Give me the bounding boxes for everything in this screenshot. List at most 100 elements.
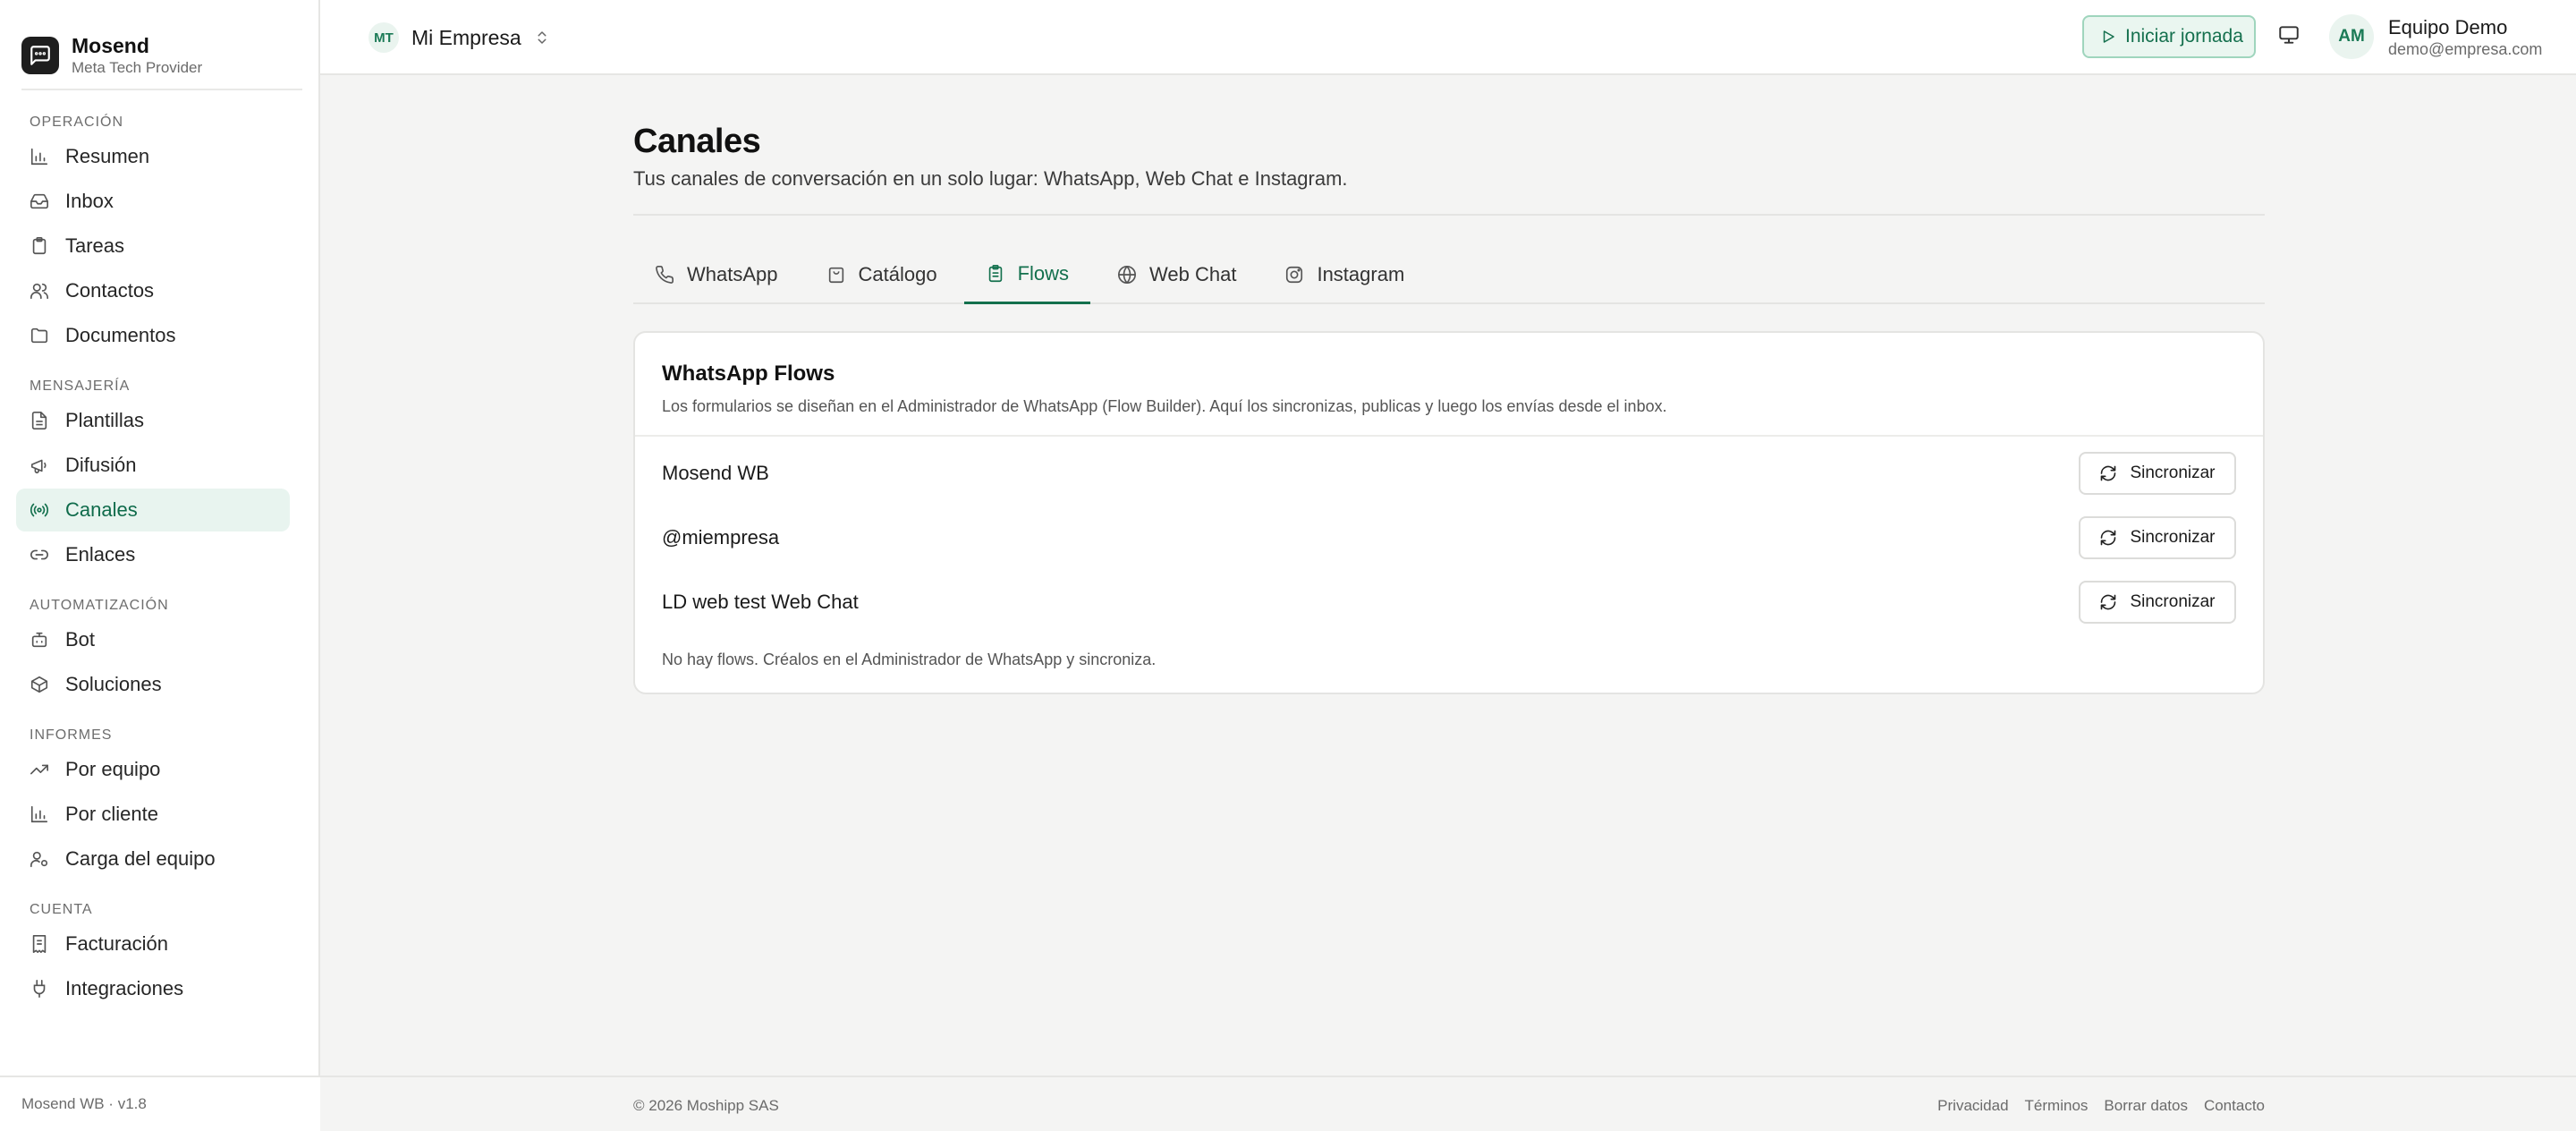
tab-label: Instagram	[1317, 263, 1405, 285]
list-item: LD web test Web Chat Sincronizar	[662, 580, 2236, 625]
sidebar-item-carga-del-equipo[interactable]: Carga del equipo	[16, 838, 290, 880]
trending-up-icon	[30, 764, 48, 775]
receipt-icon	[32, 935, 47, 953]
user-cog-icon	[30, 851, 48, 868]
sidebar-item-documentos[interactable]: Documentos	[16, 314, 290, 357]
bot-icon	[31, 632, 47, 648]
sidebar-item-facturacion[interactable]: Facturación	[16, 923, 290, 965]
sidebar-item-label: Inbox	[65, 190, 114, 212]
sidebar-item-resumen[interactable]: Resumen	[16, 135, 290, 178]
sidebar-item-tareas[interactable]: Tareas	[16, 225, 290, 268]
sidebar-item-canales[interactable]: Canales	[16, 489, 290, 531]
channel-tabs: WhatsApp Catálogo Flows Web Chat Instagr…	[633, 245, 2265, 304]
sync-label: Sincronizar	[2130, 463, 2216, 482]
sync-button[interactable]: Sincronizar	[2079, 516, 2236, 559]
users-icon	[30, 283, 48, 300]
clipboard-list-icon	[988, 264, 1002, 282]
workspace-name: Mi Empresa	[411, 25, 521, 49]
footer-link-contacto[interactable]: Contacto	[2204, 1097, 2265, 1115]
section-title-cuenta: CUENTA	[30, 902, 93, 917]
section-title-mensajeria: MENSAJERÍA	[30, 378, 131, 394]
sidebar-item-label: Carga del equipo	[65, 847, 216, 870]
tab-web-chat[interactable]: Web Chat	[1096, 245, 1258, 304]
sidebar-item-label: Facturación	[65, 932, 168, 955]
tab-label: WhatsApp	[687, 263, 778, 285]
shopping-bag-icon	[828, 267, 843, 284]
package-icon	[30, 676, 48, 693]
link-icon	[30, 549, 48, 560]
sidebar-item-label: Documentos	[65, 324, 176, 346]
chevrons-up-down-icon	[538, 31, 547, 44]
page-title: Canales	[633, 123, 761, 160]
sidebar-item-integraciones[interactable]: Integraciones	[16, 967, 290, 1010]
sync-button[interactable]: Sincronizar	[2079, 581, 2236, 624]
tab-flows[interactable]: Flows	[963, 245, 1091, 304]
avatar[interactable]: AM	[2329, 14, 2374, 59]
tab-instagram[interactable]: Instagram	[1263, 245, 1426, 304]
workspace-avatar: MT	[369, 22, 399, 53]
sidebar-item-inbox[interactable]: Inbox	[16, 180, 290, 223]
user-email: demo@empresa.com	[2388, 40, 2543, 58]
empty-state-text: No hay flows. Créalos en el Administrado…	[662, 651, 1157, 668]
play-icon	[2103, 30, 2114, 43]
divider	[21, 89, 302, 90]
card-description: Los formularios se diseñan en el Adminis…	[662, 397, 1667, 415]
tab-label: Catálogo	[858, 263, 937, 285]
channel-name: Mosend WB	[662, 462, 769, 484]
bar-chart-icon	[30, 148, 48, 166]
sidebar-item-contactos[interactable]: Contactos	[16, 269, 290, 312]
sidebar-item-difusion[interactable]: Difusión	[16, 444, 290, 487]
start-shift-label: Iniciar jornada	[2125, 26, 2243, 47]
megaphone-icon	[30, 459, 47, 474]
tab-whatsapp[interactable]: WhatsApp	[633, 245, 800, 304]
phone-icon	[656, 266, 674, 284]
workspace-switcher[interactable]: MT Mi Empresa	[369, 22, 550, 53]
list-item: @miempresa Sincronizar	[662, 515, 2236, 560]
section-title-informes: INFORMES	[30, 727, 113, 743]
monitor-icon[interactable]	[2277, 23, 2301, 47]
card-title: WhatsApp Flows	[662, 361, 835, 386]
sidebar-item-bot[interactable]: Bot	[16, 618, 290, 661]
sidebar-item-soluciones[interactable]: Soluciones	[16, 663, 290, 706]
sidebar-item-label: Por equipo	[65, 758, 161, 780]
file-text-icon	[31, 412, 47, 429]
sidebar: Mosend Meta Tech Provider OPERACIÓN Resu…	[0, 0, 320, 1131]
sidebar-nav: OPERACIÓN Resumen Inbox Tareas Contactos…	[16, 107, 290, 1012]
page-footer: © 2026 Moshipp SAS Privacidad Términos B…	[320, 1076, 2576, 1131]
sidebar-item-label: Difusión	[65, 454, 137, 476]
sidebar-item-plantillas[interactable]: Plantillas	[16, 399, 290, 442]
refresh-icon	[2101, 530, 2116, 546]
sidebar-item-label: Integraciones	[65, 977, 184, 999]
sidebar-item-label: Resumen	[65, 145, 150, 167]
divider	[633, 214, 2265, 216]
footer-links: Privacidad Términos Borrar datos Contact…	[1921, 1097, 2265, 1115]
sidebar-item-label: Por cliente	[65, 803, 158, 825]
channel-name: @miempresa	[662, 526, 780, 548]
channel-name: LD web test Web Chat	[662, 591, 859, 613]
sidebar-item-por-cliente[interactable]: Por cliente	[16, 793, 290, 836]
page-subtitle: Tus canales de conversación en un solo l…	[633, 167, 1348, 190]
flows-card: WhatsApp Flows Los formularios se diseña…	[633, 331, 2265, 694]
brand[interactable]: Mosend Meta Tech Provider	[0, 0, 318, 89]
sidebar-item-label: Soluciones	[65, 673, 162, 695]
mosend-logo-icon	[21, 37, 59, 74]
sidebar-item-enlaces[interactable]: Enlaces	[16, 533, 290, 576]
tab-catalogo[interactable]: Catálogo	[805, 245, 959, 304]
refresh-icon	[2101, 594, 2116, 610]
inbox-icon	[30, 193, 48, 209]
refresh-icon	[2101, 465, 2116, 481]
sidebar-version: Mosend WB · v1.8	[0, 1076, 320, 1131]
tab-label: Flows	[1017, 261, 1070, 285]
footer-link-borrar-datos[interactable]: Borrar datos	[2104, 1097, 2188, 1115]
brand-name: Mosend	[72, 34, 149, 57]
start-shift-button[interactable]: Iniciar jornada	[2082, 15, 2256, 58]
footer-link-terminos[interactable]: Términos	[2025, 1097, 2089, 1115]
sync-button[interactable]: Sincronizar	[2079, 452, 2236, 495]
sidebar-item-label: Plantillas	[65, 409, 145, 431]
topbar: MT Mi Empresa Iniciar jornada AM Equipo …	[320, 0, 2576, 75]
section-title-operacion: OPERACIÓN	[30, 115, 124, 130]
sidebar-item-label: Canales	[65, 498, 138, 521]
sidebar-item-por-equipo[interactable]: Por equipo	[16, 748, 290, 791]
instagram-icon	[1286, 266, 1303, 284]
footer-link-privacidad[interactable]: Privacidad	[1937, 1097, 2008, 1115]
